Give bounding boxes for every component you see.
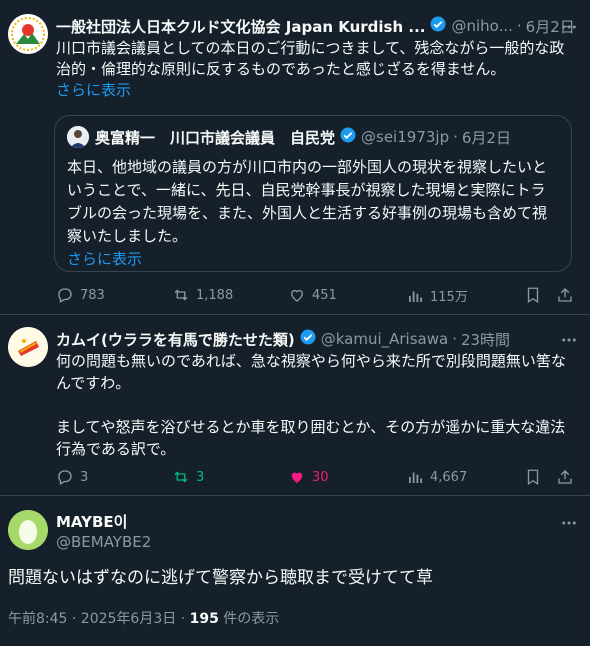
like-count: 451 bbox=[312, 287, 337, 303]
views-icon bbox=[409, 472, 423, 483]
author-name[interactable]: MAYBE이 bbox=[56, 511, 127, 532]
quoted-text-line: ブルの会った現場を、また、外国人と生活する好事例の現場も含めて視 bbox=[67, 204, 548, 222]
tweet-1[interactable]: 一般社団法人日本クルド文化協会 Japan Kurdish ... @niho.… bbox=[0, 0, 590, 310]
avatar-kamui[interactable] bbox=[8, 327, 48, 367]
repost-button[interactable]: 1,188 bbox=[172, 286, 233, 304]
like-icon bbox=[291, 289, 303, 302]
separator: · bbox=[452, 330, 457, 348]
quoted-tweet[interactable]: 奥富精一 川口市議会議員 自民党 @sei1973jp · 6月2日 本日、他地… bbox=[54, 115, 572, 272]
author-handle[interactable]: @niho... bbox=[451, 17, 512, 35]
quoted-text-line: 本日、他地域の議員の方が川口市内の一部外国人の現状を視察したいと bbox=[67, 158, 548, 176]
post-text-line: 行為である訳で。 bbox=[56, 440, 176, 458]
quoted-author-name: 奥富精一 川口市議会議員 自民党 bbox=[95, 128, 336, 147]
more-icon[interactable] bbox=[560, 18, 578, 36]
quoted-show-more-link[interactable]: さらに表示 bbox=[67, 248, 567, 271]
more-icon[interactable] bbox=[560, 514, 578, 532]
share-button[interactable] bbox=[556, 468, 580, 486]
share-icon bbox=[558, 470, 572, 484]
tweet-2[interactable]: カムイ(ウララを有馬で勝たせた類) @kamui_Arisawa · 23時間 … bbox=[0, 315, 590, 495]
bookmark-button[interactable] bbox=[524, 286, 548, 304]
verified-icon bbox=[299, 328, 317, 350]
like-icon bbox=[291, 472, 303, 483]
post-text-line: 川口市議会議員としての本日のご行動につきまして、残念ながら一般的な政 bbox=[56, 39, 565, 57]
share-button[interactable] bbox=[556, 286, 580, 304]
avatar-japan-kurdish[interactable] bbox=[8, 14, 48, 54]
views-button[interactable]: 115万 bbox=[406, 286, 468, 305]
quoted-text-line: いうことで、一緒に、先日、自民党幹事長が視察した現場と実際にトラ bbox=[67, 181, 546, 199]
quoted-post-date: 6月2日 bbox=[461, 128, 511, 147]
repost-icon bbox=[174, 471, 188, 483]
bookmark-icon bbox=[527, 287, 539, 304]
avatar-okutomi bbox=[67, 126, 89, 148]
reply-icon bbox=[58, 470, 72, 485]
reply-icon bbox=[58, 288, 72, 303]
author-name[interactable]: カムイ(ウララを有馬で勝たせた類) bbox=[56, 329, 295, 350]
like-button[interactable]: 30 bbox=[288, 468, 329, 486]
share-icon bbox=[558, 288, 572, 302]
repost-button[interactable]: 3 bbox=[172, 468, 204, 486]
post-date[interactable]: 23時間 bbox=[461, 329, 510, 350]
author-name[interactable]: 一般社団法人日本クルド文化協会 Japan Kurdish ... bbox=[56, 16, 425, 37]
separator: · bbox=[516, 17, 522, 35]
like-button[interactable]: 451 bbox=[288, 286, 337, 304]
reply-button[interactable]: 3 bbox=[56, 468, 88, 486]
reply-count: 3 bbox=[80, 469, 89, 485]
tweet-focused[interactable]: MAYBE이 @BEMAYBE2 問題ないはずなのに逃げて警察から聴取まで受けて… bbox=[0, 496, 590, 646]
post-text-line: 治的・倫理的な原則に反するものであったと感じざるを得ません。 bbox=[56, 60, 506, 78]
more-icon[interactable] bbox=[560, 331, 578, 349]
quoted-text-line: 察いたしました。 bbox=[67, 227, 188, 245]
show-more-link[interactable]: さらに表示 bbox=[56, 80, 586, 101]
verified-icon bbox=[429, 15, 447, 37]
reply-button[interactable]: 783 bbox=[56, 286, 105, 304]
post-view-label: 件の表示 bbox=[218, 611, 280, 627]
post-view-count: 195 bbox=[189, 611, 219, 627]
post-text-line: 何の問題も無いのであれば、急な視察やら何やら来た所で別段問題無い筈な bbox=[56, 352, 566, 370]
post-timestamp[interactable]: 午前8:45 · 2025年6月3日 · bbox=[8, 611, 190, 627]
quoted-author-handle: @sei1973jp bbox=[361, 128, 450, 146]
post-text-line: んですわ。 bbox=[56, 374, 131, 392]
repost-count: 3 bbox=[196, 469, 205, 485]
repost-icon bbox=[174, 289, 188, 301]
separator: · bbox=[453, 128, 458, 146]
repost-count: 1,188 bbox=[196, 287, 234, 303]
post-text-line: ましてや怒声を浴びせるとか車を取り囲むとか、その方が遥かに重大な違法 bbox=[56, 418, 566, 436]
bookmark-button[interactable] bbox=[524, 468, 548, 486]
verified-icon bbox=[339, 126, 357, 148]
views-button[interactable]: 4,667 bbox=[406, 468, 467, 486]
view-count: 4,667 bbox=[430, 469, 468, 485]
post-text: 問題ないはずなのに逃げて警察から聴取まで受けてて草 bbox=[8, 568, 433, 588]
avatar-maybe[interactable] bbox=[8, 510, 48, 550]
post-meta: 午前8:45 · 2025年6月3日 · 195 件の表示 bbox=[8, 608, 279, 628]
reply-count: 783 bbox=[80, 287, 105, 303]
author-handle[interactable]: @kamui_Arisawa bbox=[321, 330, 448, 348]
view-count: 115万 bbox=[430, 290, 468, 305]
author-handle[interactable]: @BEMAYBE2 bbox=[56, 533, 151, 551]
views-icon bbox=[409, 291, 423, 302]
like-count: 30 bbox=[312, 469, 329, 485]
bookmark-icon bbox=[527, 469, 539, 486]
